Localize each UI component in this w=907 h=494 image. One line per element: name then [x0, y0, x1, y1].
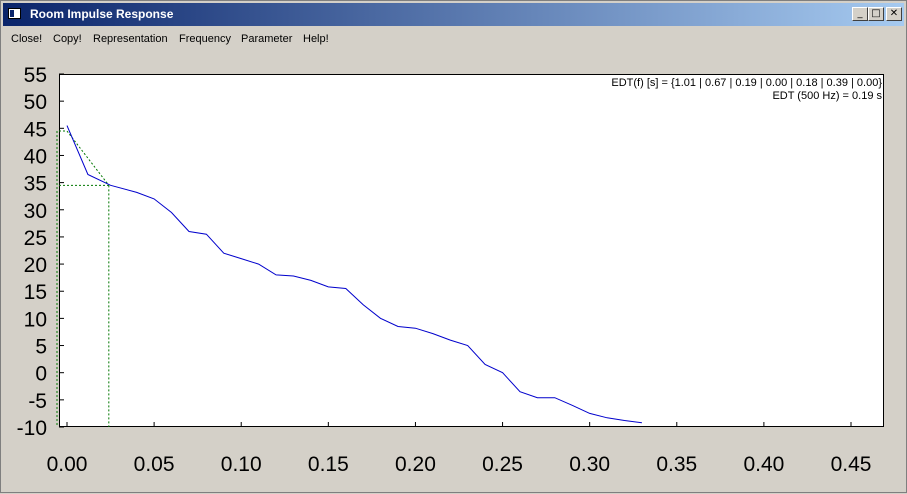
- y-tick-label: 45: [24, 118, 47, 141]
- x-tick-label: 0.05: [134, 453, 175, 476]
- y-tick-label: 5: [35, 336, 47, 359]
- x-tick-label: 0.10: [221, 453, 262, 476]
- impulse-response-chart: 5550454035302520151050-5-100.00 0.05 0.10 0…: [17, 64, 872, 476]
- edt-list-annotation: EDT(f) [s] = {1.01 | 0.67 | 0.19 | 0.00 …: [611, 77, 882, 89]
- x-tick-label: 0.45: [831, 453, 872, 476]
- y-tick-label: -10: [17, 417, 47, 440]
- x-tick-label: 0.15: [308, 453, 349, 476]
- y-tick-label: -5: [28, 390, 47, 413]
- x-tick-label: 0.40: [743, 453, 784, 476]
- y-tick-label: 10: [24, 308, 47, 331]
- x-tick-label: 0.20: [395, 453, 436, 476]
- y-tick-label: 15: [24, 281, 47, 304]
- y-tick-label: 25: [24, 227, 47, 250]
- y-tick-label: 20: [24, 254, 47, 277]
- edt-500hz-annotation: EDT (500 Hz) = 0.19 s: [772, 90, 882, 102]
- y-tick-label: 50: [24, 91, 47, 114]
- y-tick-label: 35: [24, 173, 47, 196]
- y-tick-label: 40: [24, 145, 47, 168]
- x-tick-label: 0.35: [656, 453, 697, 476]
- y-tick-label: 0: [35, 363, 47, 386]
- y-tick-label: 55: [24, 64, 47, 87]
- decay-curve-series: [66, 125, 642, 424]
- y-tick-label: 30: [24, 200, 47, 223]
- app-window: Room Impulse Response _ □ ✕ Close! Copy!…: [0, 0, 907, 493]
- x-tick-label: 0.25: [482, 453, 523, 476]
- x-tick-label: 0.30: [569, 453, 610, 476]
- x-tick-label: 0.00: [47, 453, 88, 476]
